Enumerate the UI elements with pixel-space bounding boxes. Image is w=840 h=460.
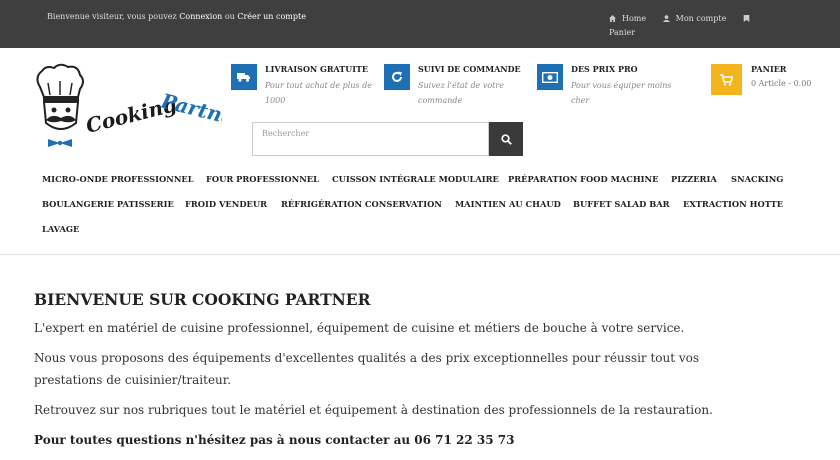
offer-paragraph: Nous vous proposons des équipements d'ex…: [34, 351, 700, 387]
cart-title: PANIER: [751, 64, 787, 74]
signup-link[interactable]: Créer un compte: [237, 12, 306, 21]
login-link[interactable]: Connexion: [179, 12, 222, 21]
menu-item-boulangerie[interactable]: BOULANGERIE PATISSERIE: [42, 199, 174, 209]
menu-item-cuisson[interactable]: CUISSON INTÉGRALE MODULAIRE: [332, 174, 499, 184]
truck-icon: [231, 64, 257, 90]
menu-item-froid-vendeur[interactable]: FROID VENDEUR: [185, 199, 267, 209]
top-bar: Bienvenue visiteur, vous pouvez Connexio…: [0, 0, 840, 48]
cart-icon: [711, 64, 742, 95]
logo-text-partner: Partner: [158, 88, 222, 132]
account-label: Mon compte: [675, 14, 727, 23]
menu-item-micro-onde[interactable]: MICRO-ONDE PROFESSIONNEL: [42, 174, 194, 184]
feature-title: LIVRAISON GRATUITE: [265, 64, 368, 74]
welcome-text: Bienvenue visiteur, vous pouvez: [47, 12, 177, 21]
menu-item-refrigeration[interactable]: RÉFRIGÉRATION CONSERVATION: [281, 199, 442, 209]
contact-paragraph: Pour toutes questions n'hésitez pas à no…: [34, 433, 515, 447]
bookmark-icon: [743, 15, 750, 22]
account-link[interactable]: Mon compte: [662, 12, 727, 26]
or-text: ou: [224, 12, 235, 21]
feature-title: SUIVI DE COMMANDE: [418, 64, 521, 74]
search-button[interactable]: [489, 122, 523, 156]
menu-item-buffet[interactable]: BUFFET SALAD BAR: [573, 199, 670, 209]
page-title: BIENVENUE SUR COOKING PARTNER: [34, 290, 371, 309]
feature-desc: Pour tout achat de plus de 1000: [265, 81, 372, 105]
feature-desc: Suivez l'état de votre commande: [418, 81, 504, 105]
menu-item-four[interactable]: FOUR PROFESSIONNEL: [206, 174, 319, 184]
home-link[interactable]: Home: [609, 12, 646, 26]
home-label: Home: [622, 14, 647, 23]
menu-item-pizzeria[interactable]: PIZZERIA: [671, 174, 717, 184]
money-icon: [537, 64, 563, 90]
menu-item-preparation[interactable]: PRÉPARATION FOOD MACHINE: [508, 174, 658, 184]
top-links: Home Mon compte Panier: [609, 12, 769, 40]
site-header: Cooking Partner LIVRAISON GRATUITE Pour …: [0, 48, 840, 255]
search-bar: [252, 122, 523, 156]
bookmark-icon-link[interactable]: [743, 12, 756, 26]
welcome-message: Bienvenue visiteur, vous pouvez Connexio…: [47, 12, 306, 21]
menu-item-lavage[interactable]: LAVAGE: [42, 224, 79, 234]
user-icon: [662, 15, 670, 22]
search-icon: [500, 133, 512, 145]
menu-item-maintien[interactable]: MAINTIEN AU CHAUD: [455, 199, 561, 209]
categories-paragraph: Retrouvez sur nos rubriques tout le maté…: [34, 403, 713, 417]
cart-link[interactable]: Panier: [609, 28, 635, 37]
feature-title: DES PRIX PRO: [571, 64, 638, 74]
home-icon: [609, 15, 616, 22]
search-input[interactable]: [252, 122, 489, 156]
chef-logo-icon: Cooking Partner: [36, 63, 249, 147]
menu-item-snacking[interactable]: SNACKING: [731, 174, 783, 184]
site-logo[interactable]: Cooking Partner: [32, 63, 249, 151]
feature-desc: Pour vous équiper moins cher: [571, 81, 672, 105]
cart-summary: 0 Article - 0.00: [751, 79, 812, 88]
menu-item-extraction[interactable]: EXTRACTION HOTTE: [683, 199, 783, 209]
refresh-icon: [384, 64, 410, 90]
intro-paragraph: L'expert en matériel de cuisine professi…: [34, 321, 685, 335]
